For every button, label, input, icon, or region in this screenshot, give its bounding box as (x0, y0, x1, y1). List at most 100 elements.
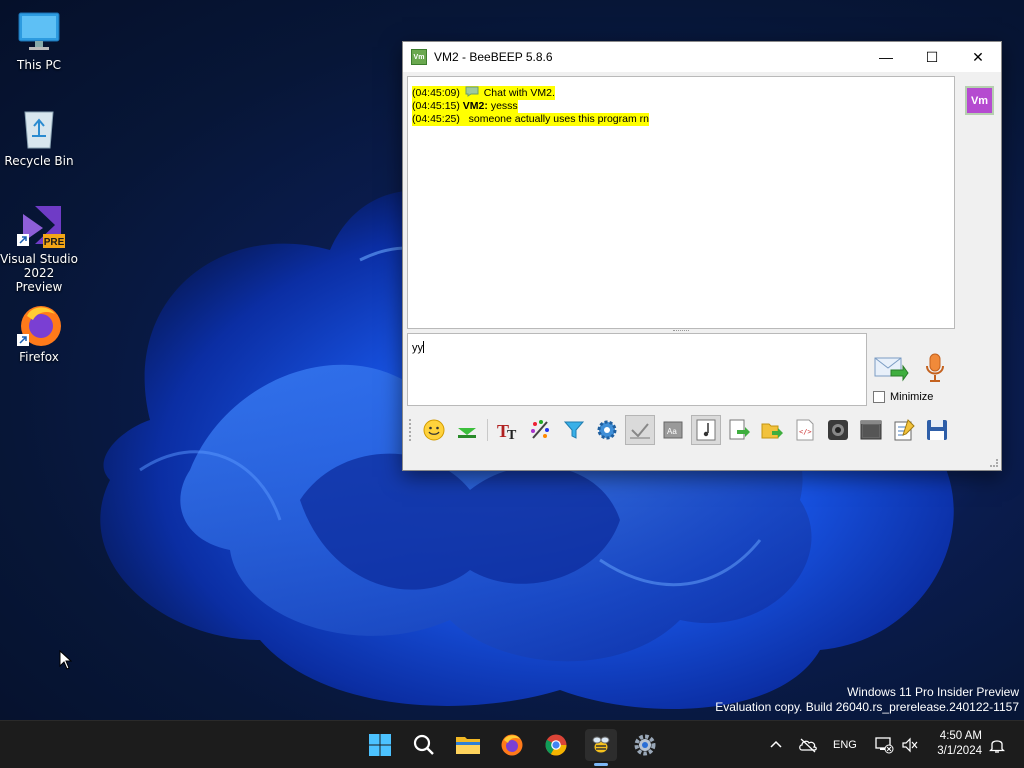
settings-button[interactable] (592, 415, 622, 445)
save-chat-icon (927, 420, 947, 440)
color-button[interactable] (526, 415, 556, 445)
dictionary-button[interactable]: Aa (658, 415, 688, 445)
message-text: yesss (490, 100, 518, 112)
notifications-button[interactable] (981, 729, 1013, 761)
clock-date: 3/1/2024 (937, 745, 982, 757)
desktop-icon-visual-studio[interactable]: PRE Visual Studio 2022 Preview (0, 204, 78, 294)
emoticon-button[interactable] (419, 415, 449, 445)
firefox-taskbar-button[interactable] (496, 729, 528, 761)
beebeep-window: Vm VM2 - BeeBEEP 5.8.6 — ☐ ✕ (04:45:09) … (402, 41, 1002, 471)
message-time: (04:45:25) (412, 113, 460, 125)
show-hidden-icons-button[interactable] (760, 729, 792, 761)
desktop-icon-this-pc[interactable]: This PC (0, 10, 78, 72)
edit-note-button[interactable] (889, 415, 919, 445)
settings-icon (634, 734, 656, 756)
send-file-icon (729, 419, 750, 440)
svg-text:T: T (507, 428, 517, 442)
svg-text:</>: </> (799, 428, 812, 436)
clock-time: 4:50 AM (939, 730, 982, 742)
monitor-icon (17, 10, 61, 54)
bell-icon (989, 740, 1005, 753)
speaker-muted-icon (902, 737, 918, 753)
cloud-offline-icon (799, 738, 817, 753)
font-icon: TT (497, 421, 517, 442)
message-text: someone actually uses this program rn (468, 113, 649, 125)
visual-studio-icon: PRE (17, 204, 65, 248)
minimize-label: Minimize (890, 391, 934, 403)
beebeep-app-icon: Vm (411, 49, 427, 65)
settings-gear-icon (597, 420, 617, 440)
font-button[interactable]: TT (493, 415, 523, 445)
checkbox-box[interactable] (873, 391, 885, 403)
clock[interactable]: 4:50 AM 3/1/2024 (928, 729, 982, 759)
send-folder-icon (761, 423, 783, 439)
message-sender: VM2: (462, 100, 488, 112)
code-button[interactable]: </> (790, 415, 820, 445)
chrome-icon (545, 734, 567, 756)
maximize-button[interactable]: ☐ (909, 42, 955, 72)
close-button[interactable]: ✕ (955, 42, 1001, 72)
emoticon-icon (423, 419, 445, 441)
screen-capture-icon (860, 420, 882, 440)
pre-badge-text: PRE (44, 237, 65, 248)
chrome-taskbar-button[interactable] (540, 729, 572, 761)
message-input[interactable]: yy (407, 333, 867, 406)
network-disconnected-icon (875, 737, 894, 754)
chat-message: (04:45:09) Chat with VM2. (412, 86, 950, 100)
start-button[interactable] (364, 729, 396, 761)
svg-text:Aa: Aa (667, 427, 677, 436)
message-time: (04:45:09) (412, 87, 460, 99)
highlight-icon (458, 428, 476, 438)
title-bar[interactable]: Vm VM2 - BeeBEEP 5.8.6 — ☐ ✕ (403, 42, 1001, 72)
highlight-button[interactable] (452, 415, 482, 445)
dictionary-icon: Aa (663, 421, 683, 439)
send-message-icon[interactable] (873, 354, 909, 382)
resize-grip[interactable] (990, 459, 998, 467)
screen-capture-button[interactable] (856, 415, 886, 445)
desktop-icon-label: This PC (17, 58, 61, 72)
spellcheck-button[interactable] (625, 415, 655, 445)
chat-history[interactable]: (04:45:09) Chat with VM2. (04:45:15) VM2… (407, 76, 955, 329)
desktop-icon-label: Visual Studio (0, 252, 78, 266)
message-input-value: yy (412, 342, 423, 354)
input-language[interactable]: ENG (833, 739, 857, 751)
message-text: Chat with VM2. (483, 87, 555, 99)
active-app-indicator (594, 763, 608, 766)
window-title: VM2 - BeeBEEP 5.8.6 (434, 50, 553, 64)
filter-icon (563, 421, 585, 439)
filter-button[interactable] (559, 415, 589, 445)
send-folder-button[interactable] (757, 415, 787, 445)
user-avatar[interactable]: Vm (965, 86, 994, 115)
watermark-line-2: Evaluation copy. Build 26040.rs_prerelea… (715, 700, 1019, 714)
desktop-icon-firefox[interactable]: Firefox (0, 302, 78, 364)
onedrive-button[interactable] (792, 729, 824, 761)
color-palette-icon (531, 420, 549, 439)
settings-taskbar-button[interactable] (629, 729, 661, 761)
desktop-icon-label: Firefox (19, 350, 59, 364)
windows-watermark: Windows 11 Pro Insider Preview Evaluatio… (715, 685, 1019, 715)
firefox-icon (17, 302, 61, 346)
volume-button[interactable] (894, 729, 926, 761)
chat-bubble-icon (465, 86, 479, 97)
spellcheck-icon (630, 423, 650, 439)
music-note-icon (696, 419, 716, 441)
save-chat-button[interactable] (922, 415, 952, 445)
minimize-checkbox[interactable]: Minimize (873, 391, 933, 403)
search-icon (413, 734, 434, 755)
sound-button[interactable] (691, 415, 721, 445)
firefox-icon (501, 734, 523, 756)
minimize-button[interactable]: — (863, 42, 909, 72)
desktop-icon-label: Recycle Bin (4, 154, 74, 168)
desktop-icon-label: 2022 Preview (15, 266, 63, 294)
desktop-icon-recycle-bin[interactable]: Recycle Bin (0, 106, 78, 168)
beebeep-taskbar-button[interactable] (585, 729, 617, 761)
screenshot-button[interactable] (823, 415, 853, 445)
send-file-button[interactable] (724, 415, 754, 445)
message-time: (04:45:15) (412, 100, 460, 112)
toolbar-grip[interactable] (409, 419, 413, 441)
search-button[interactable] (408, 729, 440, 761)
microphone-icon[interactable] (923, 352, 947, 384)
chat-toolbar: TT Aa </> (403, 412, 1001, 448)
chevron-up-icon (770, 740, 782, 748)
file-explorer-button[interactable] (452, 729, 484, 761)
